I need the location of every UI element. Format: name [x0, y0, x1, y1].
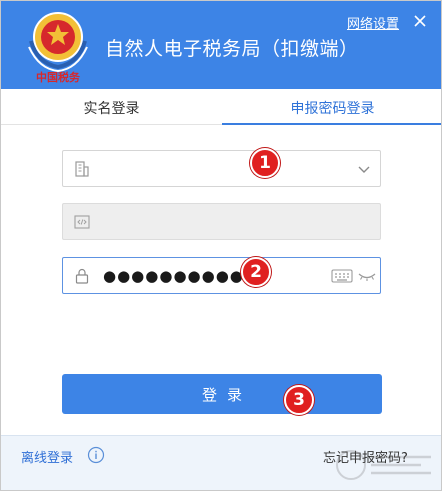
tax-emblem-logo: 中国税务: [28, 12, 88, 83]
taxpayer-select[interactable]: [62, 150, 381, 187]
password-value: ●●●●●●●●●●●: [103, 266, 258, 285]
app-title: 自然人电子税务局（扣缴端）: [105, 38, 359, 60]
annotation-badge-3: 3: [284, 385, 314, 415]
watermark-graphic: [336, 450, 431, 480]
tab-realname-login[interactable]: 实名登录: [1, 93, 222, 123]
lock-icon: [75, 268, 89, 284]
keyboard-icon[interactable]: [331, 268, 353, 284]
offline-login-link[interactable]: 离线登录: [21, 447, 73, 466]
active-tab-indicator: [222, 123, 441, 125]
building-icon: [75, 161, 89, 177]
close-button[interactable]: [409, 10, 431, 32]
chevron-down-icon[interactable]: [356, 162, 372, 176]
annotation-badge-2: 2: [241, 257, 271, 287]
eye-closed-icon[interactable]: [357, 268, 377, 284]
network-settings-link[interactable]: 网络设置: [347, 13, 399, 32]
login-button[interactable]: 登录: [62, 374, 382, 414]
tab-divider: [1, 124, 222, 125]
close-icon: [414, 15, 426, 27]
tax-code-field: [62, 203, 381, 240]
info-icon[interactable]: [87, 446, 105, 464]
login-tabs: 实名登录 申报密码登录: [1, 93, 441, 125]
tab-password-login[interactable]: 申报密码登录: [222, 93, 441, 123]
svg-text:中国税务: 中国税务: [36, 70, 81, 83]
title-bar: 中国税务 自然人电子税务局（扣缴端） 网络设置: [1, 1, 441, 89]
code-icon: [74, 215, 90, 229]
login-window: 中国税务 自然人电子税务局（扣缴端） 网络设置 实名登录 申报密码登录 1 ●●…: [0, 0, 442, 491]
annotation-badge-1: 1: [250, 148, 280, 178]
password-field[interactable]: ●●●●●●●●●●●: [62, 257, 381, 294]
